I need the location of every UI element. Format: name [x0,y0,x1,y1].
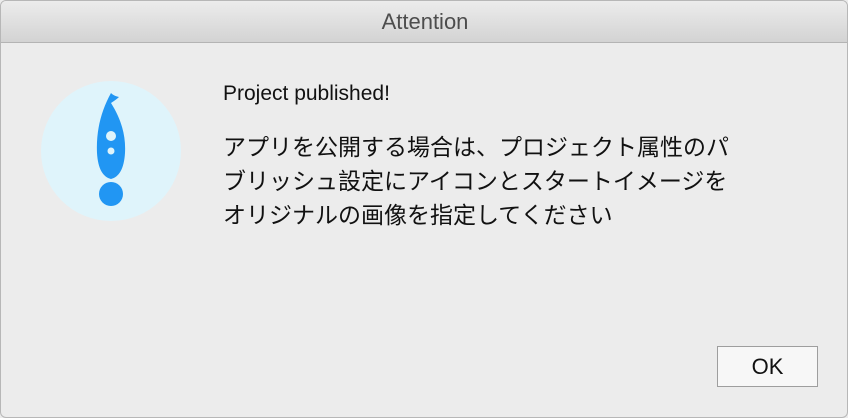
message-line: ブリッシュ設定にアイコンとスタートイメージを [223,169,728,195]
rocket-exclamation-icon [96,93,126,206]
alert-dialog-window: Attention Project published! アプリを公開する場合は… [0,0,848,418]
title-bar: Attention [1,1,847,43]
dialog-heading: Project published! [223,82,390,105]
window-title: Attention [381,9,469,34]
app-icon-badge [41,81,181,221]
dialog-message: アプリを公開する場合は、プロジェクト属性のパ ブリッシュ設定にアイコンとスタート… [223,131,823,233]
message-line: アプリを公開する場合は、プロジェクト属性のパ [223,135,729,161]
ok-button[interactable]: OK [717,346,818,387]
message-line: オリジナルの画像を指定してください [223,203,613,229]
